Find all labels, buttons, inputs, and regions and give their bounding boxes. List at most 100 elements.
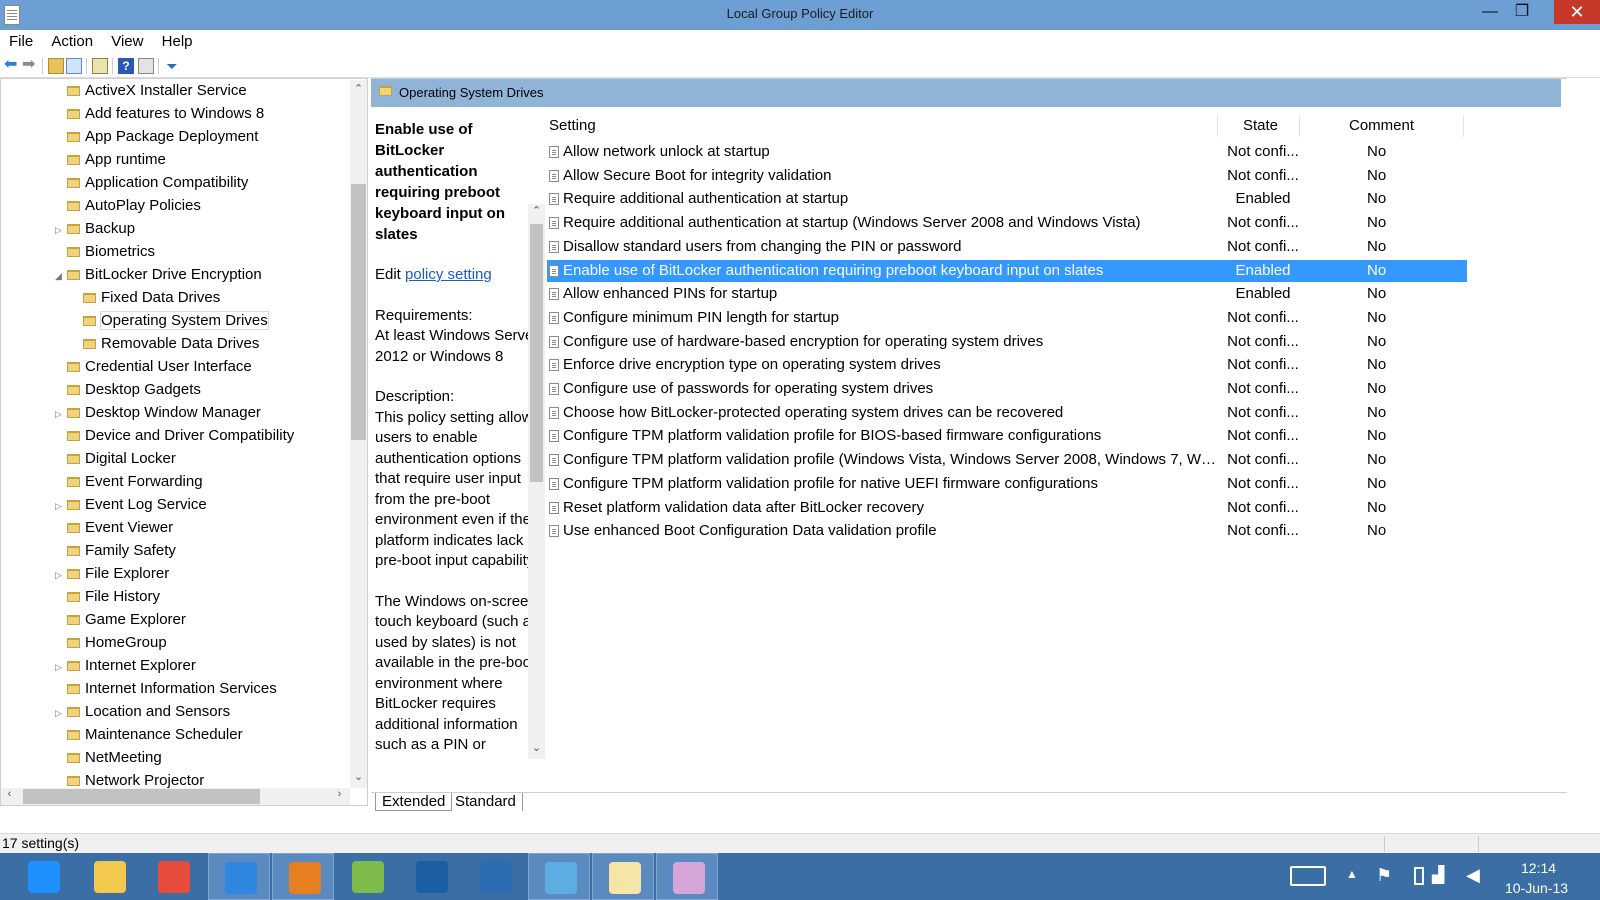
scroll-right-arrow-icon[interactable]: › [331, 788, 348, 800]
export-list-icon[interactable] [92, 58, 108, 74]
battery-icon[interactable] [1414, 867, 1424, 885]
tree-item[interactable]: Add features to Windows 8 [67, 103, 264, 125]
taskbar-button[interactable] [12, 853, 74, 900]
scroll-up-arrow-icon[interactable]: ⌃ [350, 82, 367, 95]
tree-item[interactable]: Game Explorer [67, 609, 186, 631]
scroll-thumb[interactable] [530, 224, 543, 482]
tree-item[interactable]: App Package Deployment [67, 126, 258, 148]
table-row[interactable]: Configure use of hardware-based encrypti… [547, 331, 1467, 353]
scroll-down-arrow-icon[interactable]: ⌄ [350, 770, 367, 783]
volume-icon[interactable]: ◀ [1466, 865, 1480, 900]
tree-item[interactable]: ▷ Location and Sensors [55, 701, 230, 723]
tab-extended[interactable]: Extended [375, 793, 453, 811]
table-row[interactable]: Require additional authentication at sta… [547, 212, 1467, 234]
tree-item[interactable]: Biometrics [67, 241, 155, 263]
tree-item[interactable]: Credential User Interface [67, 356, 252, 378]
policy-setting-link[interactable]: policy setting [405, 266, 492, 283]
tree-horizontal-scrollbar[interactable]: ‹ › [1, 788, 350, 805]
menu-help[interactable]: Help [156, 30, 201, 50]
clock-date[interactable]: 10-Jun-13 [1505, 880, 1568, 896]
expand-arrow-icon[interactable]: ▷ [55, 495, 62, 517]
table-row[interactable]: Configure use of passwords for operating… [547, 378, 1467, 400]
column-divider[interactable] [1463, 115, 1464, 137]
column-header-comment[interactable]: Comment [1349, 117, 1414, 134]
tree-item[interactable]: ▷ Internet Explorer [55, 655, 196, 677]
column-header-state[interactable]: State [1243, 117, 1278, 134]
tree-item[interactable]: ▷ Desktop Window Manager [55, 402, 261, 424]
description-vertical-scrollbar[interactable]: ⌃ ⌄ [528, 204, 545, 759]
taskbar-button[interactable] [78, 853, 140, 900]
taskbar-button[interactable] [656, 853, 718, 900]
tree-item[interactable]: HomeGroup [67, 632, 167, 654]
table-row[interactable]: Enforce drive encryption type on operati… [547, 354, 1467, 376]
tree-pane[interactable]: ActiveX Installer Service Add features to… [0, 78, 368, 806]
back-arrow-icon[interactable]: ⬅ [4, 57, 20, 74]
collapse-arrow-icon[interactable]: ◢ [55, 265, 62, 287]
forward-arrow-icon[interactable]: ➡ [22, 57, 38, 74]
tree-item[interactable]: Desktop Gadgets [67, 379, 201, 401]
tree-vertical-scrollbar[interactable]: ⌃ ⌄ [350, 80, 367, 788]
scroll-thumb[interactable] [351, 184, 366, 440]
menu-file[interactable]: File [0, 30, 41, 50]
taskbar-button[interactable] [528, 853, 590, 900]
taskbar-button[interactable] [142, 853, 204, 900]
tree-item[interactable]: ▷ Event Log Service [55, 494, 207, 516]
network-signal-icon[interactable]: ▟ [1432, 865, 1444, 900]
tree-item[interactable]: Fixed Data Drives [83, 287, 220, 309]
close-button[interactable]: ✕ [1554, 0, 1600, 24]
scroll-thumb[interactable] [23, 789, 260, 804]
tree-item[interactable]: Removable Data Drives [83, 333, 259, 355]
table-row[interactable]: Disallow standard users from changing th… [547, 236, 1467, 258]
tree-item[interactable]: NetMeeting [67, 747, 162, 769]
tree-item[interactable]: Device and Driver Compatibility [67, 425, 294, 447]
table-row[interactable]: Configure TPM platform validation profil… [547, 449, 1467, 471]
tree-item[interactable]: ◢ BitLocker Drive Encryption [55, 264, 262, 286]
table-row[interactable]: Require additional authentication at sta… [547, 188, 1467, 210]
clock-time[interactable]: 12:14 [1521, 860, 1556, 876]
show-hide-tree-icon[interactable] [66, 58, 82, 74]
table-row[interactable]: Configure minimum PIN length for startup… [547, 307, 1467, 329]
tree-item[interactable]: Event Viewer [67, 517, 173, 539]
table-row[interactable]: Configure TPM platform validation profil… [547, 473, 1467, 495]
tree-item[interactable]: ActiveX Installer Service [67, 80, 247, 102]
touch-keyboard-icon[interactable] [1290, 866, 1326, 886]
expand-arrow-icon[interactable]: ▷ [55, 702, 62, 724]
column-divider[interactable] [1299, 115, 1300, 137]
show-hidden-icons-icon[interactable]: ▲ [1346, 867, 1358, 900]
minimize-button[interactable]: — [1474, 0, 1506, 24]
tree-item[interactable]: Family Safety [67, 540, 176, 562]
help-icon[interactable]: ? [118, 58, 134, 74]
taskbar-button[interactable] [400, 853, 462, 900]
tree-item[interactable]: ▷ Backup [55, 218, 135, 240]
expand-arrow-icon[interactable]: ▷ [55, 656, 62, 678]
up-one-level-icon[interactable] [48, 58, 64, 74]
tree-item[interactable]: Event Forwarding [67, 471, 203, 493]
tree-item[interactable]: ▷ File Explorer [55, 563, 169, 585]
filter-icon[interactable]: ⏷ [164, 58, 180, 74]
expand-arrow-icon[interactable]: ▷ [55, 403, 62, 425]
table-row[interactable]: Allow Secure Boot for integrity validati… [547, 165, 1467, 187]
tree-item[interactable]: AutoPlay Policies [67, 195, 201, 217]
tree-item[interactable]: Internet Information Services [67, 678, 277, 700]
table-row[interactable]: Reset platform validation data after Bit… [547, 497, 1467, 519]
scroll-down-arrow-icon[interactable]: ⌄ [528, 741, 545, 754]
tree-item[interactable]: Maintenance Scheduler [67, 724, 243, 746]
table-row[interactable]: Allow network unlock at startup Not confi… [547, 141, 1467, 163]
table-row[interactable]: Choose how BitLocker-protected operating… [547, 402, 1467, 424]
taskbar-button[interactable] [592, 853, 654, 900]
table-row[interactable]: Configure TPM platform validation profil… [547, 425, 1467, 447]
scroll-left-arrow-icon[interactable]: ‹ [1, 788, 18, 800]
taskbar-button[interactable] [272, 853, 334, 900]
column-header-setting[interactable]: Setting [549, 117, 596, 134]
tree-item[interactable]: Operating System Drives [83, 310, 269, 332]
expand-arrow-icon[interactable]: ▷ [55, 219, 62, 241]
tab-standard[interactable]: Standard [449, 793, 523, 811]
taskbar-button[interactable] [336, 853, 398, 900]
table-row[interactable]: Enable use of BitLocker authentication r… [547, 259, 1467, 282]
scroll-up-arrow-icon[interactable]: ⌃ [528, 204, 545, 217]
tree-item[interactable]: Application Compatibility [67, 172, 248, 194]
tree-item[interactable]: File History [67, 586, 160, 608]
taskbar-button[interactable] [208, 853, 270, 900]
tree-item[interactable]: App runtime [67, 149, 166, 171]
expand-arrow-icon[interactable]: ▷ [55, 564, 62, 586]
